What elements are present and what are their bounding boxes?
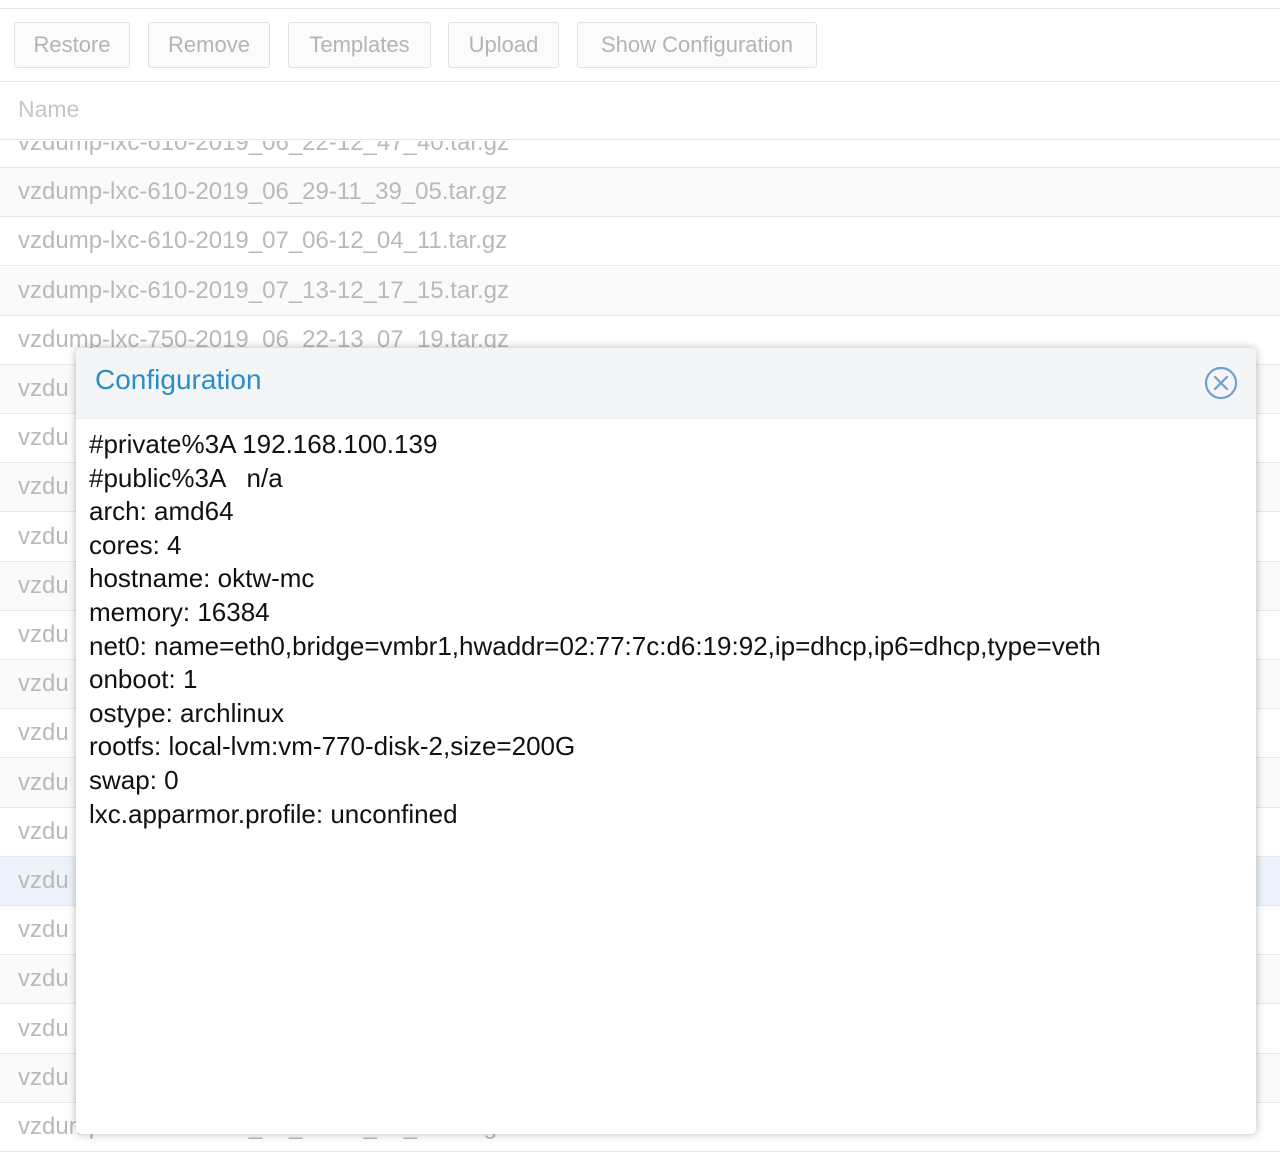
row-name: vzdu [18,965,69,993]
row-name: vzdu [18,571,69,599]
restore-button[interactable]: Restore [14,22,130,68]
toolbar: Restore Remove Templates Upload Show Con… [0,9,1280,82]
config-line: onboot: 1 [89,664,198,695]
table-row[interactable]: vzdump-lxc-610-2019_07_06-12_04_11.tar.g… [0,217,1280,267]
row-name: vzdu [18,424,69,452]
configuration-dialog: Configuration #private%3A 192.168.100.13… [76,348,1256,1134]
row-name: vzdu [18,1063,69,1091]
row-name: vzdu [18,522,69,550]
table-row[interactable]: vzdump-lxc-610-2019_06_29-11_39_05.tar.g… [0,168,1280,218]
remove-button[interactable]: Remove [148,22,270,68]
grid-header: Name [0,82,1280,140]
table-row[interactable]: vzdump-lxc-610-2019_07_13-12_17_15.tar.g… [0,266,1280,316]
config-line: ostype: archlinux [89,697,285,728]
dialog-header: Configuration [76,348,1256,419]
row-name: vzdump-lxc-610-2019_06_22-12_47_40.tar.g… [18,141,510,156]
column-header-name[interactable]: Name [18,96,79,123]
config-line: swap: 0 [89,764,179,795]
upload-button[interactable]: Upload [448,22,559,68]
row-name: vzdu [18,916,69,944]
row-name: vzdu [18,1014,69,1042]
row-name: vzdump-lxc-610-2019_07_13-12_17_15.tar.g… [18,276,510,304]
row-name: vzdu [18,719,69,747]
config-line: cores: 4 [89,529,182,560]
table-row[interactable]: vzdump-lxc-610-2019_06_22-12_47_40.tar.g… [0,141,1280,168]
config-line: rootfs: local-lvm:vm-770-disk-2,size=200… [89,731,576,762]
row-name: vzdump-lxc-610-2019_07_06-12_04_11.tar.g… [18,227,508,255]
config-line: lxc.apparmor.profile: unconfined [89,798,458,829]
row-name: vzdu [18,867,69,894]
row-name: vzdump-lxc-610-2019_06_29-11_39_05.tar.g… [18,178,508,206]
configuration-text: #private%3A 192.168.100.139 #public%3A n/… [89,428,1101,831]
config-line: #public%3A n/a [89,462,283,493]
close-button[interactable] [1204,366,1238,400]
row-name: vzdu [18,817,69,845]
config-line: hostname: oktw-mc [89,563,315,594]
config-line: #private%3A 192.168.100.139 [89,429,438,459]
templates-button[interactable]: Templates [288,22,431,68]
config-line: arch: amd64 [89,496,234,527]
row-name: vzdu [18,621,69,648]
config-line: memory: 16384 [89,596,270,627]
config-line: net0: name=eth0,bridge=vmbr1,hwaddr=02:7… [89,630,1101,661]
row-name: vzdu [18,768,69,796]
row-name: vzdu [18,473,69,501]
close-circle-icon [1204,366,1238,400]
dialog-title: Configuration [95,364,262,395]
show-configuration-button[interactable]: Show Configuration [577,22,817,68]
row-name: vzdu [18,670,69,698]
row-name: vzdu [18,375,69,402]
